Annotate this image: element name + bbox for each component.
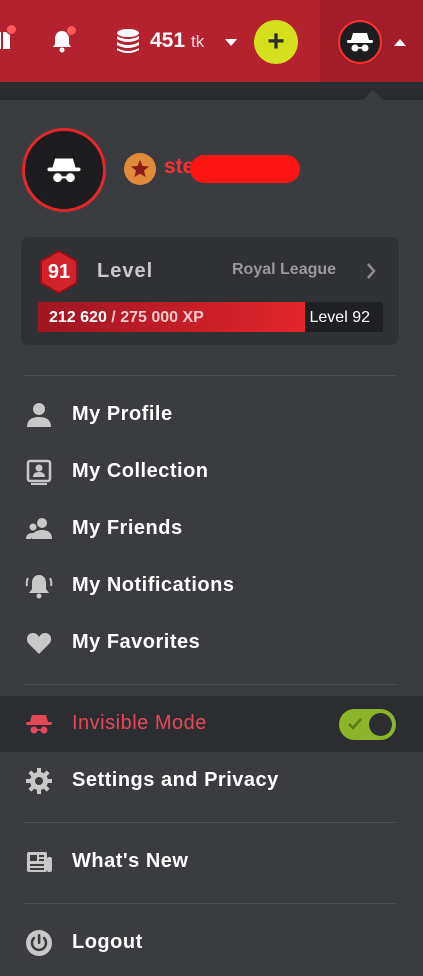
invisible-mode-toggle[interactable]	[339, 709, 396, 740]
menu-my-collection[interactable]: My Collection	[0, 444, 423, 500]
menu-my-profile[interactable]: My Profile	[0, 387, 423, 443]
menu-my-notifications[interactable]: My Notifications	[0, 558, 423, 614]
menu-settings-privacy[interactable]: Settings and Privacy	[0, 753, 423, 809]
divider	[24, 684, 396, 685]
divider	[24, 822, 396, 823]
xp-progress-bar: 212 620 / 275 000 XP Level 92	[38, 302, 383, 332]
menu-my-friends[interactable]: My Friends	[0, 501, 423, 557]
panel-gap	[0, 82, 423, 100]
coins-icon	[117, 29, 139, 53]
checkmark-icon	[348, 718, 362, 730]
menu-label: What's New	[72, 850, 189, 872]
menu-label: My Profile	[72, 403, 173, 425]
heart-icon	[26, 633, 52, 654]
next-level: Level 92	[309, 309, 371, 326]
toggle-knob	[369, 713, 392, 736]
xp-text: 212 620 / 275 000 XP	[49, 309, 204, 327]
incognito-icon	[47, 158, 81, 183]
divider	[24, 903, 396, 904]
menu-invisible-mode[interactable]: Invisible Mode	[0, 696, 423, 752]
chevron-right-icon[interactable]	[366, 263, 376, 279]
bell-ring-icon	[25, 575, 53, 599]
gear-icon	[26, 768, 52, 794]
level-label: Level	[97, 260, 154, 282]
panel-pointer	[363, 90, 383, 100]
token-balance[interactable]: 451 tk	[150, 29, 204, 53]
menu-label: Logout	[72, 931, 143, 953]
bell-notification-dot	[66, 25, 77, 36]
user-icon	[27, 403, 51, 427]
friends-icon	[26, 518, 52, 539]
incognito-icon	[347, 33, 373, 52]
balance-unit: tk	[191, 32, 205, 51]
top-bar: 451 tk +	[0, 0, 423, 82]
menu-label: Settings and Privacy	[72, 769, 279, 791]
incognito-icon	[26, 715, 52, 734]
xp-total: 275 000 XP	[120, 309, 204, 326]
profile-avatar[interactable]	[22, 128, 106, 212]
star-icon	[131, 160, 149, 177]
menu-logout[interactable]: Logout	[0, 915, 423, 971]
id-card-icon	[26, 459, 52, 485]
menu-label: My Favorites	[72, 631, 201, 653]
newspaper-icon	[27, 852, 52, 872]
add-tokens-button[interactable]: +	[254, 20, 298, 64]
menu-label: My Friends	[72, 517, 183, 539]
menu-whats-new[interactable]: What's New	[0, 834, 423, 890]
top-avatar[interactable]	[338, 20, 382, 64]
gift-notification-dot	[6, 24, 17, 35]
caret-up-icon[interactable]	[394, 39, 406, 46]
league-name[interactable]: Royal League	[232, 261, 336, 279]
menu-my-favorites[interactable]: My Favorites	[0, 615, 423, 671]
power-icon	[26, 930, 52, 956]
menu-label: My Collection	[72, 460, 209, 482]
divider	[24, 375, 396, 376]
balance-value: 451	[150, 29, 186, 52]
menu-label: Invisible Mode	[72, 712, 207, 734]
redacted-username	[190, 155, 300, 183]
xp-current: 212 620	[49, 309, 107, 326]
xp-separator: /	[106, 309, 121, 326]
level-number: 91	[47, 260, 71, 283]
rank-badge	[124, 153, 156, 185]
chevron-down-icon[interactable]	[225, 39, 237, 47]
plus-icon: +	[267, 25, 285, 58]
menu-label: My Notifications	[72, 574, 235, 596]
